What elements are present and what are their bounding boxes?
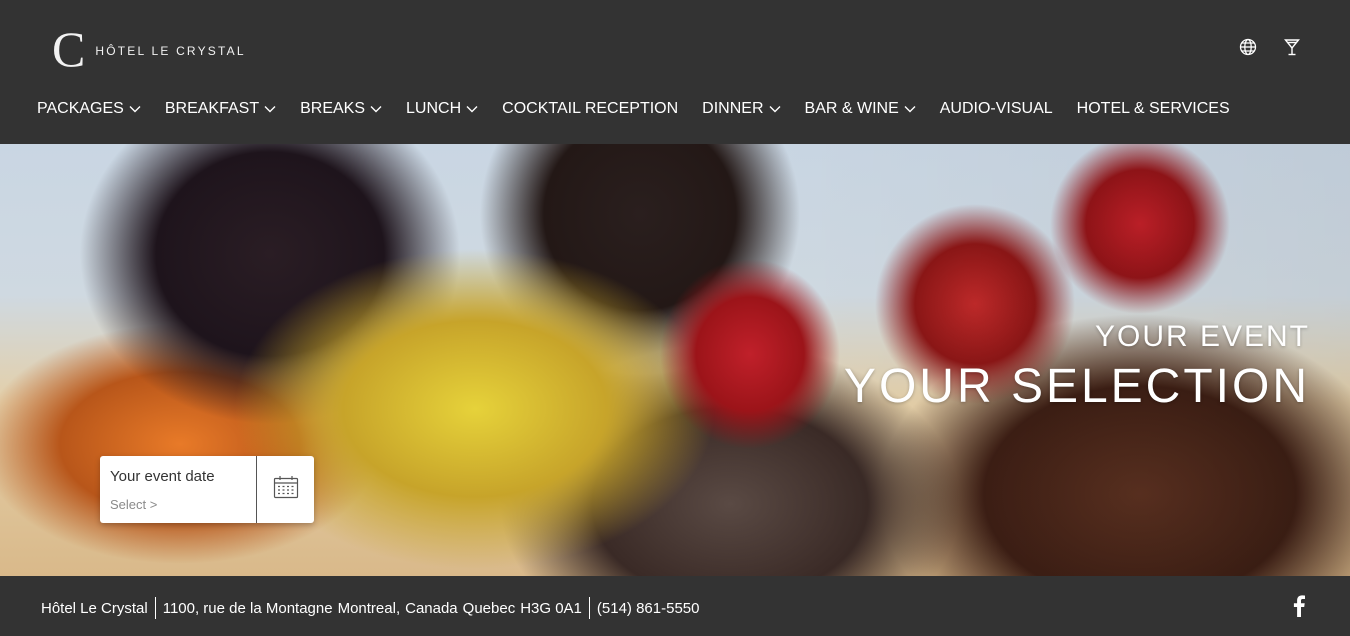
facebook-icon[interactable] — [1292, 595, 1306, 617]
globe-icon[interactable] — [1238, 37, 1258, 57]
hero-heading: YOUR EVENT YOUR SELECTION — [844, 320, 1310, 416]
footer-contact-info: Hôtel Le Crystal 1100, rue de la Montagn… — [41, 597, 699, 619]
chevron-down-icon — [466, 105, 478, 113]
nav-item-cocktail-reception[interactable]: COCKTAIL RECEPTION — [502, 100, 678, 118]
hotel-logo[interactable]: C HÔTEL LE CRYSTAL — [52, 21, 246, 77]
nav-item-packages[interactable]: PACKAGES — [37, 100, 141, 118]
nav-item-label: PACKAGES — [37, 100, 124, 117]
chevron-down-icon — [904, 105, 916, 113]
footer-divider — [588, 597, 590, 619]
nav-item-breaks[interactable]: BREAKS — [300, 100, 382, 118]
calendar-button[interactable] — [257, 456, 314, 523]
nav-item-label: AUDIO-VISUAL — [939, 100, 1053, 117]
chevron-down-icon — [264, 105, 276, 113]
nav-item-breakfast[interactable]: BREAKFAST — [165, 100, 276, 118]
cocktail-glass-icon[interactable] — [1282, 37, 1302, 57]
footer-country: Canada — [405, 599, 458, 617]
site-header: C HÔTEL LE CRYSTAL PACKAGES BREAKFAST BR… — [0, 0, 1350, 144]
nav-item-label: BAR & WINE — [804, 100, 899, 117]
footer-phone[interactable]: (514) 861-5550 — [597, 600, 700, 617]
chevron-down-icon — [370, 105, 382, 113]
event-date-select-link[interactable]: Select > — [110, 497, 256, 512]
nav-item-lunch[interactable]: LUNCH — [406, 100, 478, 118]
nav-item-hotel-services[interactable]: HOTEL & SERVICES — [1077, 100, 1230, 118]
footer-province: Quebec — [462, 599, 516, 617]
footer-divider — [154, 597, 156, 619]
hero-subtitle: YOUR EVENT — [1094, 320, 1310, 353]
nav-item-label: COCKTAIL RECEPTION — [502, 100, 679, 117]
footer-postal-code: H3G 0A1 — [520, 599, 582, 617]
hero-banner-image: YOUR EVENT YOUR SELECTION Your event dat… — [0, 144, 1350, 576]
nav-item-dinner[interactable]: DINNER — [702, 100, 781, 118]
main-navigation: PACKAGES BREAKFAST BREAKS LUNCH COCKTAIL… — [37, 100, 1254, 118]
nav-item-bar-wine[interactable]: BAR & WINE — [805, 100, 916, 118]
event-date-text: Your event date Select > — [100, 456, 257, 523]
nav-item-label: BREAKFAST — [164, 100, 260, 117]
chevron-down-icon — [129, 105, 141, 113]
logo-text: HÔTEL LE CRYSTAL — [95, 44, 246, 58]
hero-title: YOUR SELECTION — [843, 360, 1310, 413]
nav-item-label: HOTEL & SERVICES — [1076, 100, 1230, 117]
header-utility-icons — [1238, 37, 1302, 57]
event-date-label: Your event date — [110, 468, 215, 485]
nav-item-label: LUNCH — [406, 100, 462, 117]
nav-item-label: DINNER — [702, 100, 764, 117]
logo-mark: C — [52, 21, 86, 77]
chevron-down-icon — [769, 105, 781, 113]
footer-street: 1100, rue de la Montagne — [162, 599, 333, 617]
site-footer: Hôtel Le Crystal 1100, rue de la Montagn… — [0, 576, 1350, 636]
nav-item-label: BREAKS — [300, 100, 366, 117]
footer-hotel-name: Hôtel Le Crystal — [41, 599, 148, 617]
footer-city: Montreal, — [337, 599, 401, 617]
nav-item-audio-visual[interactable]: AUDIO-VISUAL — [940, 100, 1053, 118]
calendar-icon — [273, 475, 299, 504]
event-date-picker[interactable]: Your event date Select > — [100, 456, 314, 523]
